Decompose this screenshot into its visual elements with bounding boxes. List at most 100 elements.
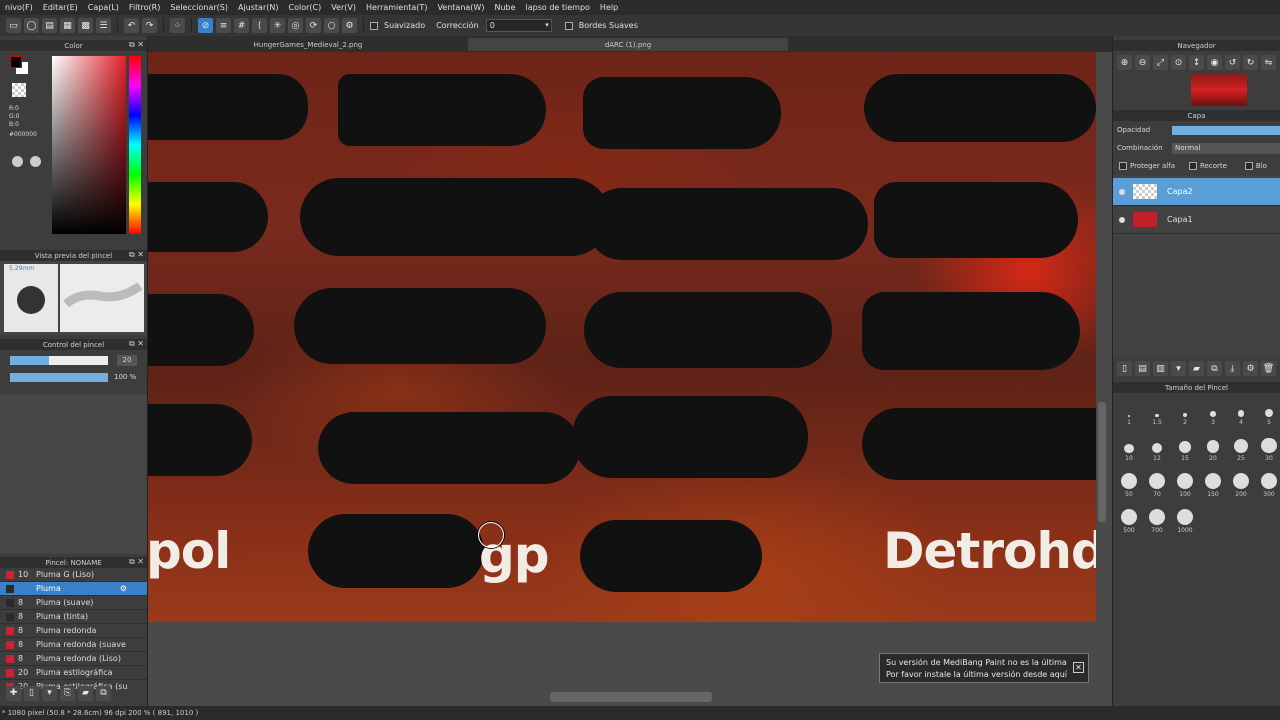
brush-size-option[interactable]: 12 [1145, 437, 1169, 462]
brush-size-option[interactable]: 3 [1201, 401, 1225, 426]
layer-row[interactable]: Capa2 [1113, 178, 1280, 206]
brush-settings-icon[interactable]: ⚙ [120, 584, 127, 593]
brush-item[interactable]: 8 Pluma (suave) [0, 596, 147, 610]
zoom-reset-icon[interactable]: ⊙ [1171, 55, 1186, 70]
undo-icon[interactable]: ↶ [124, 18, 139, 33]
rotate-left-icon[interactable]: ↺ [1225, 55, 1240, 70]
brush-size-option[interactable]: 300 [1257, 473, 1280, 498]
brush-item[interactable]: 8 Pluma redonda (suave [0, 638, 147, 652]
hue-slider[interactable] [129, 56, 141, 234]
menu-item[interactable]: Ventana(W) [432, 3, 489, 12]
layer-menu-icon[interactable]: ▾ [1171, 361, 1186, 376]
brush-size-option[interactable]: 1 [1117, 401, 1141, 426]
layer-opacity-slider[interactable] [1171, 125, 1280, 135]
new-layer-icon[interactable]: ▯ [1117, 361, 1132, 376]
artwork[interactable]: pol gp Detrohd [148, 52, 1096, 622]
brush-size-slider[interactable] [10, 356, 108, 365]
circle-snap-icon[interactable]: ○ [324, 18, 339, 33]
menu-item[interactable]: Filtro(R) [124, 3, 165, 12]
rotate-right-icon[interactable]: ↻ [1243, 55, 1258, 70]
brush-size-option[interactable]: 4 [1229, 401, 1253, 426]
navigator-thumbnail[interactable] [1191, 74, 1247, 106]
brush-item[interactable]: Pluma ⚙ [0, 582, 147, 596]
brush-size-option[interactable]: 1000 [1173, 509, 1197, 534]
frame-icon[interactable]: ▤ [42, 18, 57, 33]
add-brush-icon[interactable]: ✚ [6, 685, 21, 701]
zoom-in-icon[interactable]: ⊕ [1117, 55, 1132, 70]
brush-opacity-slider[interactable] [10, 373, 108, 382]
eye-icon[interactable] [1119, 216, 1125, 223]
fit-window-icon[interactable]: ⤢ [1153, 55, 1168, 70]
blend-mode-select[interactable]: Normal [1171, 142, 1280, 154]
tab-hungergames[interactable]: HungerGames_Medieval_2.png [208, 38, 408, 51]
brush-size-option[interactable]: 20 [1201, 437, 1225, 462]
close-icon[interactable]: ✕ [1073, 662, 1084, 673]
menu-item[interactable]: Ver(V) [326, 3, 361, 12]
new-brush-icon[interactable]: ▯ [24, 685, 39, 701]
menu-item[interactable]: Capa(L) [83, 3, 124, 12]
brush-size-option[interactable]: 500 [1117, 509, 1141, 534]
brush-size-option[interactable]: 100 [1173, 473, 1197, 498]
curve-snap-icon[interactable]: ⟳ [306, 18, 321, 33]
smooth-checkbox[interactable] [370, 21, 378, 30]
brush-menu-icon[interactable]: ▾ [42, 685, 57, 701]
tab-darc[interactable]: dARC (1).png [468, 38, 788, 51]
brush-item[interactable]: 8 Pluma redonda (Liso) [0, 652, 147, 666]
eyedropper-icon[interactable] [12, 156, 23, 167]
transparent-swatch[interactable] [12, 83, 26, 97]
folder-icon[interactable]: ▰ [78, 685, 93, 701]
duplicate-icon[interactable]: ⧉ [96, 685, 111, 701]
menu-item[interactable]: lapso de tiempo [521, 3, 595, 12]
layer-row[interactable]: Capa1 [1113, 206, 1280, 234]
brush-size-option[interactable]: 1.5 [1145, 401, 1169, 426]
selection-icon[interactable]: ⁘ [170, 18, 185, 33]
layer-list-icon[interactable]: ☰ [96, 18, 111, 33]
brush-size-option[interactable]: 150 [1201, 473, 1225, 498]
settings-snap-icon[interactable]: ⚙ [342, 18, 357, 33]
brush-size-value[interactable]: 20 [117, 355, 137, 366]
brush-size-option[interactable]: 700 [1145, 509, 1169, 534]
menu-item[interactable]: Seleccionar(S) [165, 3, 233, 12]
menu-item[interactable]: Ajustar(N) [233, 3, 284, 12]
protect-alpha-checkbox[interactable] [1119, 162, 1127, 170]
cross-snap-icon[interactable]: # [234, 18, 249, 33]
panel-close-icon[interactable]: ⧉ ✕ [129, 40, 144, 50]
lock-checkbox[interactable] [1244, 162, 1253, 170]
flip-icon[interactable]: ⇋ [1261, 55, 1276, 70]
brush-item[interactable]: 8 Pluma redonda [0, 624, 147, 638]
palette-icon[interactable] [30, 156, 41, 167]
update-notification[interactable]: Su versión de MediBang Paint no es la úl… [879, 653, 1089, 683]
vanishing-point-icon[interactable]: ⟨ [252, 18, 267, 33]
menu-item[interactable]: Herramienta(T) [361, 3, 432, 12]
new-8bit-layer-icon[interactable]: ▥ [1153, 361, 1168, 376]
panel-close-icon[interactable]: ⧉ ✕ [129, 250, 144, 260]
menu-item[interactable]: nivo(F) [0, 3, 38, 12]
brush-size-option[interactable]: 2 [1173, 401, 1197, 426]
concentric-snap-icon[interactable]: ◎ [288, 18, 303, 33]
menu-item[interactable]: Nube [489, 3, 520, 12]
menu-item[interactable]: Color(C) [283, 3, 326, 12]
actual-size-icon[interactable]: ◉ [1207, 55, 1222, 70]
brush-size-option[interactable]: 5 [1257, 401, 1280, 426]
brush-size-option[interactable]: 30 [1257, 437, 1280, 462]
clip-checkbox[interactable] [1189, 162, 1197, 170]
brush-item[interactable]: 10 Pluma G (Liso) [0, 568, 147, 582]
menu-item[interactable]: Help [595, 3, 623, 12]
delete-layer-icon[interactable]: 🗑 [1261, 361, 1276, 376]
snap-off-icon[interactable]: ⊘ [198, 18, 213, 33]
brush-size-option[interactable]: 50 [1117, 473, 1141, 498]
speech-bubble-icon[interactable]: ◯ [24, 18, 39, 33]
layer-folder-icon[interactable]: ▰ [1189, 361, 1204, 376]
brush-size-option[interactable]: 15 [1173, 437, 1197, 462]
panel-close-icon[interactable]: ⧉ ✕ [129, 339, 144, 349]
brush-size-option[interactable]: 25 [1229, 437, 1253, 462]
parallel-snap-icon[interactable]: ≡ [216, 18, 231, 33]
brush-item[interactable]: 8 Pluma (tinta) [0, 610, 147, 624]
brush-size-option[interactable]: 10 [1117, 437, 1141, 462]
correction-select[interactable]: 0 ▾ [485, 19, 552, 32]
panel-icon[interactable]: ▦ [60, 18, 75, 33]
horizontal-scrollbar[interactable] [550, 692, 712, 702]
saturation-value-picker[interactable] [52, 56, 126, 234]
vertical-scrollbar[interactable] [1098, 402, 1106, 522]
soft-edges-checkbox[interactable] [564, 21, 573, 30]
